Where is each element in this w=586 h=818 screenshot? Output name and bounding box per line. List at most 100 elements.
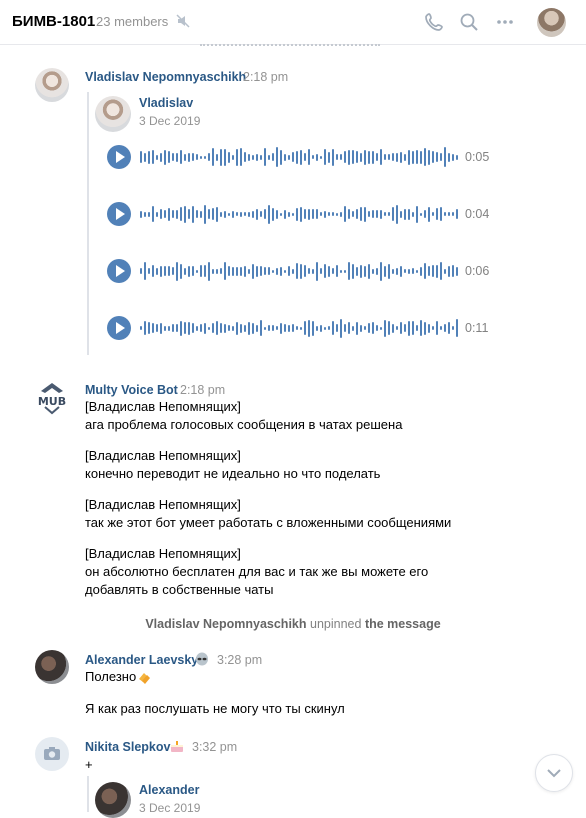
wave-bar	[276, 268, 278, 275]
wave-bar	[380, 210, 382, 219]
message-time[interactable]: 3:28 pm	[217, 653, 262, 667]
wave-bar	[176, 262, 178, 281]
chat-title[interactable]: БИМВ-1801	[12, 13, 95, 30]
wave-bar	[396, 153, 398, 162]
wave-bar	[436, 321, 438, 335]
wave-bar	[212, 323, 214, 333]
waveform[interactable]	[140, 144, 458, 170]
wave-bar	[316, 209, 318, 219]
wave-bar	[296, 208, 298, 221]
avatar[interactable]	[537, 8, 566, 37]
wave-bar	[420, 151, 422, 164]
wave-bar	[224, 149, 226, 166]
wave-bar	[432, 212, 434, 216]
wave-bar	[380, 149, 382, 165]
system-object[interactable]: the message	[365, 617, 441, 631]
message-author[interactable]: Multy Voice Bot	[85, 383, 178, 397]
message-time[interactable]: 2:18 pm	[180, 383, 225, 397]
wave-bar	[284, 270, 286, 273]
wave-bar	[248, 154, 250, 161]
wave-bar	[200, 156, 202, 159]
wave-bar	[404, 209, 406, 220]
search-icon[interactable]	[459, 12, 479, 32]
wave-bar	[312, 155, 314, 159]
wave-bar	[456, 209, 458, 219]
wave-bar	[408, 269, 410, 274]
wave-bar	[188, 209, 190, 219]
wave-bar	[320, 212, 322, 216]
forwarded-author[interactable]: Vladislav	[139, 96, 193, 110]
avatar[interactable]: MUB	[35, 381, 69, 415]
voice-duration: 0:11	[465, 321, 489, 335]
wave-bar	[148, 151, 150, 164]
wave-bar	[428, 324, 430, 333]
wave-bar	[216, 154, 218, 161]
message-time[interactable]: 3:32 pm	[192, 740, 237, 754]
wave-bar	[376, 210, 378, 218]
play-icon[interactable]	[107, 316, 131, 340]
waveform[interactable]	[140, 258, 458, 284]
wave-bar	[228, 325, 230, 331]
wave-bar	[324, 327, 326, 330]
system-actor[interactable]: Vladislav Nepomnyaschikh	[145, 617, 306, 631]
message-author[interactable]: Vladislav Nepomnyaschikh	[85, 70, 246, 84]
alien-emoji-icon	[196, 652, 208, 666]
wave-bar	[400, 211, 402, 218]
wave-bar	[244, 152, 246, 162]
scroll-down-button[interactable]	[535, 754, 573, 792]
wave-bar	[392, 324, 394, 333]
forwarded-date[interactable]: 3 Dec 2019	[139, 801, 200, 815]
wave-bar	[328, 212, 330, 216]
wave-bar	[296, 151, 298, 164]
divider	[200, 44, 380, 49]
wave-bar	[384, 266, 386, 277]
svg-text:MUB: MUB	[38, 395, 66, 408]
wave-bar	[144, 153, 146, 162]
message-line: [Владислав Непомнящих]	[85, 546, 241, 561]
avatar[interactable]	[35, 68, 69, 102]
message-author[interactable]: Nikita Slepkov	[85, 740, 170, 754]
waveform[interactable]	[140, 201, 458, 227]
wave-bar	[144, 262, 146, 280]
avatar[interactable]	[35, 737, 69, 771]
wave-bar	[352, 211, 354, 217]
wave-bar	[172, 210, 174, 218]
message-author[interactable]: Alexander Laevsky	[85, 653, 198, 667]
wave-bar	[164, 210, 166, 218]
forwarded-date[interactable]: 3 Dec 2019	[139, 114, 200, 128]
wave-bar	[248, 322, 250, 335]
avatar[interactable]	[95, 782, 131, 818]
wave-bar	[244, 212, 246, 216]
wave-bar	[240, 324, 242, 333]
phone-icon[interactable]	[424, 12, 444, 32]
wave-bar	[400, 322, 402, 334]
play-icon[interactable]	[107, 259, 131, 283]
wave-bar	[168, 266, 170, 276]
play-icon[interactable]	[107, 202, 131, 226]
avatar[interactable]	[95, 96, 131, 132]
message-time[interactable]: 2:18 pm	[243, 70, 288, 84]
wave-bar	[368, 151, 370, 164]
wave-bar	[212, 269, 214, 274]
waveform[interactable]	[140, 315, 458, 341]
wave-bar	[172, 324, 174, 332]
wave-bar	[236, 267, 238, 276]
wave-bar	[232, 267, 234, 276]
wave-bar	[164, 150, 166, 165]
wave-bar	[408, 209, 410, 220]
wave-bar	[372, 322, 374, 334]
wave-bar	[432, 151, 434, 163]
play-icon[interactable]	[107, 145, 131, 169]
wave-bar	[340, 270, 342, 273]
members-count[interactable]: 23 members	[96, 14, 168, 29]
wave-bar	[160, 323, 162, 334]
wave-bar	[156, 212, 158, 217]
avatar[interactable]	[35, 650, 69, 684]
wave-bar	[144, 321, 146, 335]
wave-bar	[416, 206, 418, 223]
more-icon[interactable]	[495, 12, 515, 32]
forwarded-author[interactable]: Alexander	[139, 783, 199, 797]
wave-bar	[336, 265, 338, 277]
wave-bar	[268, 267, 270, 275]
wave-bar	[172, 267, 174, 275]
